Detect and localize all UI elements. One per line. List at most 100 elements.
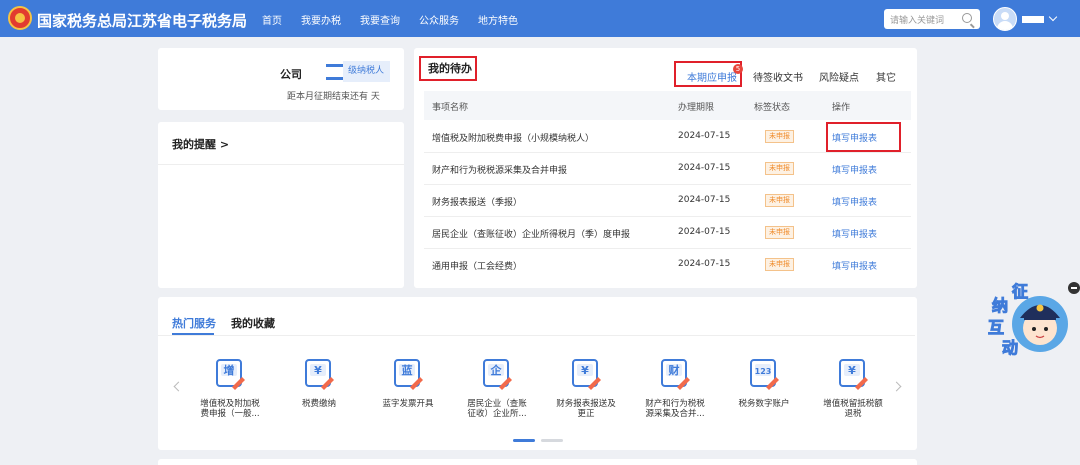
- search-icon[interactable]: [962, 13, 972, 23]
- service-glyph: 企: [490, 363, 503, 377]
- nav-public-service[interactable]: 公众服务: [419, 12, 459, 27]
- service-label: 增值税及附加税 费申报（一般...: [186, 399, 274, 419]
- fill-form-link[interactable]: 填写申报表: [832, 163, 877, 176]
- service-label: 财务报表报送及 更正: [542, 399, 630, 419]
- carousel-dot[interactable]: [541, 439, 563, 442]
- service-item[interactable]: ¥ 税费缴纳: [275, 357, 363, 427]
- carousel-dot-active[interactable]: [513, 439, 535, 442]
- fill-form-link[interactable]: 填写申报表: [832, 227, 877, 240]
- mascot-char: 纳: [991, 296, 1009, 316]
- service-label-line2: 退税: [844, 409, 862, 419]
- service-glyph: 蓝: [402, 363, 413, 377]
- status-badge: 未申报: [765, 130, 794, 143]
- col-item-name: 事项名称: [432, 103, 469, 113]
- todo-title: 我的待办: [428, 62, 472, 75]
- service-label-line1: 增值税留抵税额: [823, 399, 883, 409]
- table-row: 居民企业（查账征收）企业所得税月（季）度申报 2024-07-15 未申报 填写…: [424, 217, 911, 249]
- fill-form-link[interactable]: 填写申报表: [832, 131, 877, 144]
- corporate-tax-icon: 企: [483, 359, 512, 390]
- user-name-redacted[interactable]: [1022, 16, 1044, 23]
- site-title[interactable]: 国家税务总局江苏省电子税务局: [37, 10, 247, 31]
- tab-my-favorites[interactable]: 我的收藏: [231, 315, 275, 331]
- status-badge: 未申报: [765, 194, 794, 207]
- property-tax-icon: 财: [661, 359, 690, 390]
- service-label-line1: 税费缴纳: [301, 399, 336, 409]
- tab-current-declaration[interactable]: 本期应申报: [687, 69, 737, 84]
- service-label-line1: 税务数字账户: [738, 399, 790, 409]
- service-label: 增值税留抵税额 退税: [809, 399, 897, 419]
- service-glyph: ¥: [848, 364, 856, 377]
- table-row: 通用申报（工会经费） 2024-07-15 未申报 填写申报表: [424, 249, 911, 281]
- row-deadline: 2024-07-15: [678, 227, 731, 237]
- service-item[interactable]: 财财产和行为税税 源采集及合并...: [631, 357, 719, 427]
- user-avatar[interactable]: [993, 7, 1017, 31]
- status-badge: 未申报: [765, 162, 794, 175]
- company-name: 公司: [280, 68, 302, 81]
- row-deadline: 2024-07-15: [678, 259, 731, 269]
- taxpayer-type-badge: 级纳税人: [326, 61, 390, 82]
- todo-panel: 我的待办 本期应申报 5 待签收文书 风险疑点 其它 事项名称 办理期限 标签状…: [414, 48, 917, 288]
- service-item[interactable]: 企居民企业（查账 征收）企业所...: [453, 357, 541, 427]
- service-glyph: ¥: [581, 364, 589, 377]
- search-input[interactable]: 请输入关键词: [884, 9, 980, 29]
- service-label-line1: 财务报表报送及: [556, 399, 616, 409]
- deadline-countdown: 距本月征期结束还有 天: [287, 92, 380, 102]
- col-status: 标签状态: [754, 103, 791, 113]
- nav-query[interactable]: 我要查询: [360, 12, 400, 27]
- chevron-down-icon[interactable]: [1048, 12, 1058, 22]
- service-item[interactable]: 蓝蓝字发票开具: [364, 357, 452, 427]
- tab-hot-services[interactable]: 热门服务: [172, 315, 216, 331]
- service-item[interactable]: ¥ 财务报表报送及 更正: [542, 357, 630, 427]
- main-nav: 首页 我要办税 我要查询 公众服务 地方特色: [262, 12, 537, 27]
- service-label-line1: 增值税及附加税: [200, 399, 260, 409]
- service-label-line2: 征收）企业所...: [467, 409, 527, 419]
- service-item[interactable]: ¥ 增值税留抵税额 退税: [809, 357, 897, 427]
- fill-form-link[interactable]: 填写申报表: [832, 259, 877, 272]
- tab-risk-doubts[interactable]: 风险疑点: [819, 69, 859, 84]
- vat-refund-icon: ¥: [839, 359, 868, 390]
- mascot-char: 动: [1001, 338, 1019, 358]
- row-item-name: 居民企业（查账征收）企业所得税月（季）度申报: [432, 230, 631, 240]
- tab-pending-documents[interactable]: 待签收文书: [753, 69, 803, 84]
- row-item-name: 财务报表报送（季报）: [432, 198, 523, 208]
- status-badge: 未申报: [765, 258, 794, 271]
- service-label-line2: 源采集及合并...: [645, 409, 705, 419]
- row-deadline: 2024-07-15: [678, 131, 731, 141]
- taxpayer-type-label: 级纳税人: [348, 66, 385, 76]
- service-item[interactable]: 123 税务数字账户: [720, 357, 808, 427]
- nav-local-features[interactable]: 地方特色: [478, 12, 518, 27]
- service-label-line1: 居民企业（查账: [467, 399, 527, 409]
- service-label-line1: 蓝字发票开具: [382, 399, 434, 409]
- service-label: 税费缴纳: [275, 399, 363, 409]
- service-item[interactable]: 增增值税及附加税 费申报（一般...: [186, 357, 274, 427]
- table-row: 增值税及附加税费申报（小规模纳税人） 2024-07-15 未申报 填写申报表: [424, 121, 911, 153]
- table-row: 财务报表报送（季报） 2024-07-15 未申报 填写申报表: [424, 185, 911, 217]
- carousel-prev-icon[interactable]: [173, 381, 184, 392]
- status-badge: 未申报: [765, 226, 794, 239]
- reminder-title-link[interactable]: 我的提醒 >: [172, 136, 229, 152]
- nav-home[interactable]: 首页: [262, 12, 282, 27]
- col-action: 操作: [832, 103, 851, 113]
- tax-payment-icon: ¥: [305, 359, 334, 390]
- hot-services-panel: 热门服务 我的收藏 增增值税及附加税 费申报（一般... ¥ 税费缴纳蓝蓝字发票开具企…: [158, 297, 917, 450]
- search-placeholder: 请输入关键词: [890, 16, 945, 26]
- service-label-line2: 费申报（一般...: [200, 409, 260, 419]
- financial-report-icon: ¥: [572, 359, 601, 390]
- service-glyph: 123: [755, 367, 772, 376]
- invoice-print-icon: 蓝: [394, 359, 423, 390]
- service-label-line2: 更正: [577, 409, 595, 419]
- interaction-mascot[interactable]: 征 纳 互 动: [984, 278, 1070, 358]
- nav-tax-handling[interactable]: 我要办税: [301, 12, 341, 27]
- tab-badge-count: 5: [733, 64, 743, 74]
- row-deadline: 2024-07-15: [678, 163, 731, 173]
- mascot-close-icon[interactable]: [1068, 282, 1080, 294]
- row-item-name: 增值税及附加税费申报（小规模纳税人）: [432, 134, 595, 144]
- table-row: 财产和行为税税源采集及合并申报 2024-07-15 未申报 填写申报表: [424, 153, 911, 185]
- col-deadline: 办理期限: [678, 103, 715, 113]
- service-label: 财产和行为税税 源采集及合并...: [631, 399, 719, 419]
- service-label: 蓝字发票开具: [364, 399, 452, 409]
- service-glyph: 财: [668, 363, 680, 377]
- mascot-char: 征: [1011, 282, 1029, 302]
- fill-form-link[interactable]: 填写申报表: [832, 195, 877, 208]
- tab-others[interactable]: 其它: [876, 69, 896, 84]
